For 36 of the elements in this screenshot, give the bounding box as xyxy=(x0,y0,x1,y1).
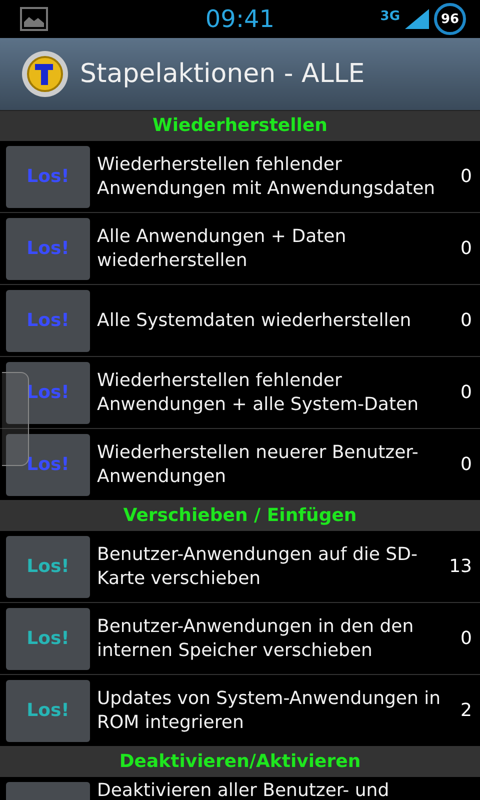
section-header: Wiederherstellen xyxy=(0,111,480,141)
action-label: Alle Anwendungen + Daten wiederherstellen xyxy=(97,224,348,272)
action-label: Wiederherstellen fehlender Anwendungen + alle System-Daten xyxy=(97,368,420,416)
action-label: Deaktivieren aller Benutzer- und xyxy=(97,779,390,800)
network-type: 3G xyxy=(380,9,400,24)
item-count: 0 xyxy=(460,628,472,649)
clock: 09:41 xyxy=(205,5,275,33)
section-header: Deaktivieren/Aktivieren xyxy=(0,747,480,777)
go-button[interactable]: Los! xyxy=(6,290,90,352)
image-icon xyxy=(20,7,48,31)
item-count: 0 xyxy=(460,382,472,403)
action-label: Benutzer-Anwendungen auf die SD-Karte verschieben xyxy=(97,542,418,590)
screen-title: Stapelaktionen - ALLE xyxy=(80,59,365,89)
action-label: Wiederherstellen neuerer Benutzer-Anwendungen xyxy=(97,440,420,488)
go-button[interactable]: Los! xyxy=(6,680,90,742)
go-button[interactable]: Los! xyxy=(6,218,90,280)
app-logo-icon xyxy=(20,49,70,99)
item-count: 0 xyxy=(460,238,472,259)
go-button[interactable]: Los! xyxy=(6,536,90,598)
item-count: 0 xyxy=(460,166,472,187)
action-label: Benutzer-Anwendungen in den den internen Speicher verschieben xyxy=(97,614,415,662)
item-count: 13 xyxy=(449,556,472,577)
go-button[interactable]: Los! xyxy=(6,362,90,424)
signal-icon xyxy=(404,8,430,30)
action-label: Alle Systemdaten wiederherstellen xyxy=(97,308,412,332)
section-header: Verschieben / Einfügen xyxy=(0,501,480,531)
item-count: 2 xyxy=(460,700,472,721)
battery-indicator: 96 xyxy=(434,3,466,35)
action-label: Wiederherstellen fehlender Anwendungen mit Anwendungsdaten xyxy=(97,152,436,200)
go-button[interactable]: Los! xyxy=(6,146,90,208)
action-label: Updates von System-Anwendungen in ROM integrieren xyxy=(97,686,442,734)
go-button[interactable]: Los! xyxy=(6,434,90,496)
item-count: 0 xyxy=(460,454,472,475)
item-count: 0 xyxy=(460,310,472,331)
side-handle[interactable] xyxy=(2,372,29,466)
go-button[interactable]: Los! xyxy=(6,608,90,670)
